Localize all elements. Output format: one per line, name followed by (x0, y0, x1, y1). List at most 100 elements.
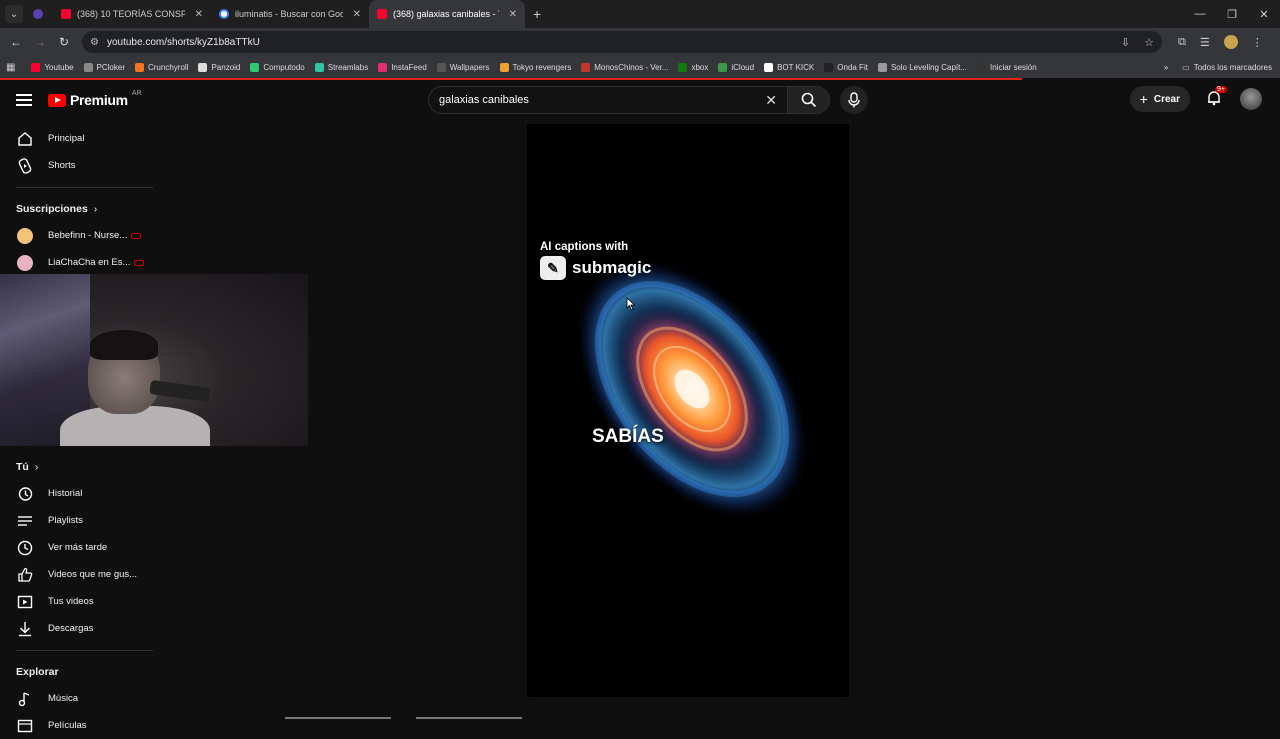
bookmark-item[interactable]: Onda Fit (824, 62, 868, 72)
bookmark-item[interactable]: Solo Leveling Capít... (877, 62, 967, 72)
browser-tab-2[interactable]: iluminatis - Buscar con Google ✕ (211, 0, 369, 28)
sidebar-item-descargas[interactable]: Descargas (0, 615, 160, 642)
header-actions: + Crear 9+ (1129, 86, 1262, 112)
live-icon (134, 259, 145, 266)
bookmark-favicon-icon (824, 62, 834, 72)
bookmark-item[interactable]: Crunchyroll (134, 62, 189, 72)
tab-search-button[interactable]: ⌄ (5, 5, 23, 23)
sidebar-item-tus-videos[interactable]: Tus videos (0, 588, 160, 615)
search-input[interactable]: galaxias canibales ✕ (428, 86, 788, 114)
you-header[interactable]: Tú › (0, 454, 160, 480)
menu-dots-icon[interactable]: ⋮ (1252, 36, 1263, 49)
browser-tab-1[interactable]: (368) 10 TEORÍAS CONSPIRATIV ✕ (53, 0, 211, 28)
voice-search-button[interactable] (840, 86, 868, 114)
sidebar-item-ver-mas-tarde[interactable]: Ver más tarde (0, 534, 160, 561)
create-button[interactable]: + Crear (1129, 86, 1190, 112)
more-bookmarks-icon[interactable]: » (1164, 63, 1168, 72)
webcam-overlay (0, 274, 308, 446)
search-icon (801, 92, 816, 108)
bookmark-item[interactable]: Youtube (31, 62, 74, 72)
folder-icon: ▭ (1182, 62, 1190, 72)
subscriptions-header[interactable]: Suscripciones › (0, 196, 160, 222)
minimize-icon[interactable]: — (1184, 8, 1216, 20)
sidebar-item-shorts[interactable]: Shorts (0, 152, 160, 179)
extensions-icon[interactable]: ⧉ (1178, 36, 1186, 49)
profile-avatar[interactable] (1223, 35, 1238, 49)
bookmark-favicon-icon (378, 62, 388, 72)
url-text: youtube.com/shorts/kyZ1b8aTTkU (106, 36, 260, 48)
bookmark-item[interactable]: PCloker (83, 62, 125, 72)
chevron-right-icon: › (93, 203, 98, 215)
youtube-favicon-icon (377, 9, 387, 19)
reload-icon[interactable]: ↻ (52, 35, 76, 49)
bookmark-favicon-icon (581, 62, 591, 72)
sidebar-item-liked-videos[interactable]: Videos que me gus... (0, 561, 160, 588)
sidebar-item-playlists[interactable]: Playlists (0, 507, 160, 534)
bookmark-star-icon[interactable]: ☆ (1144, 36, 1154, 49)
sidebar-item-label: Shorts (48, 160, 76, 171)
bookmark-label: Iniciar sesión (990, 62, 1037, 72)
close-tab-icon[interactable]: ✕ (353, 9, 361, 20)
bookmark-item[interactable]: MonosChinos - Ver... (581, 62, 669, 72)
all-bookmarks-folder[interactable]: ▭ Todos los marcadores (1182, 63, 1272, 72)
back-icon[interactable]: ← (4, 35, 28, 49)
bookmark-item[interactable]: Iniciar sesión (977, 62, 1037, 72)
tab-title: iluminatis - Buscar con Google (235, 9, 343, 19)
new-tab-icon[interactable]: + (533, 6, 541, 22)
bookmark-item[interactable]: xbox (678, 62, 708, 72)
bookmark-favicon-icon (977, 62, 986, 72)
explore-title: Explorar (16, 666, 59, 678)
restore-icon[interactable]: ❐ (1216, 8, 1248, 21)
youtube-premium-logo[interactable]: Premium AR (48, 90, 142, 108)
google-favicon-icon (219, 9, 229, 19)
tab-pinned[interactable] (23, 0, 53, 28)
sidebar-item-label: Principal (48, 133, 85, 144)
music-icon (17, 691, 33, 707)
url-input[interactable]: ⚙ youtube.com/shorts/kyZ1b8aTTkU ⇩ ☆ (82, 31, 1162, 53)
create-label: Crear (1153, 93, 1180, 105)
sidebar-item-musica[interactable]: Música (0, 685, 160, 712)
sidebar-item-peliculas[interactable]: Películas (0, 712, 160, 739)
bookmark-favicon-icon (678, 62, 688, 72)
notifications-button[interactable]: 9+ (1206, 86, 1227, 108)
sidebar-subscription-liachacha[interactable]: LiaChaCha en Es... (0, 249, 160, 276)
bookmark-item[interactable]: Computodo (250, 62, 305, 72)
bookmark-item[interactable]: iCloud (718, 62, 754, 72)
install-app-icon[interactable]: ⇩ (1121, 36, 1130, 49)
user-avatar[interactable] (1240, 88, 1262, 110)
bookmark-item[interactable]: Panzoid (198, 62, 240, 72)
sidebar-item-historial[interactable]: Historial (0, 480, 160, 507)
sidebar-item-label: Ver más tarde (48, 542, 108, 553)
bookmark-favicon-icon (250, 62, 260, 72)
channel-avatar (17, 254, 33, 271)
bookmark-item[interactable]: Streamlabs (314, 62, 368, 72)
bookmarks-bar: ▦ Youtube PCloker Crunchyroll Panzoid Comput… (0, 56, 1280, 78)
bookmark-label: Crunchyroll (147, 62, 189, 72)
sidebar-item-principal[interactable]: Principal (0, 125, 160, 152)
bookmark-item[interactable]: BOT KICK (764, 62, 814, 72)
close-window-icon[interactable]: ✕ (1248, 8, 1280, 21)
brand-line: AI captions with (540, 241, 629, 253)
bookmark-item[interactable]: InstaFeed (378, 62, 427, 72)
browser-tab-3[interactable]: (368) galaxias canibales - YouTu ✕ (369, 0, 525, 28)
bookmark-label: MonosChinos - Ver... (594, 62, 669, 72)
sidebar-subscription-bebefinn[interactable]: Bebefinn - Nurse... (0, 222, 160, 249)
close-tab-icon[interactable]: ✕ (509, 9, 517, 20)
bookmark-item[interactable]: Tokyo revengers (499, 62, 571, 72)
search-button[interactable] (788, 86, 830, 114)
close-tab-icon[interactable]: ✕ (195, 9, 203, 20)
forward-icon[interactable]: → (28, 35, 52, 49)
site-info-icon[interactable]: ⚙ (90, 37, 99, 48)
reading-list-icon[interactable]: ☰ (1200, 36, 1210, 49)
menu-hamburger-icon[interactable] (16, 94, 32, 106)
sidebar-item-label: Descargas (48, 623, 94, 634)
shorts-video-player[interactable]: AI captions with ✎ submagic SABÍAS (527, 124, 849, 697)
bookmark-item[interactable]: Wallpapers (436, 62, 490, 72)
browser-tab-bar: ⌄ (368) 10 TEORÍAS CONSPIRATIV ✕ ilumina… (0, 0, 1280, 28)
bookmark-favicon-icon (314, 62, 324, 72)
bookmark-label: Wallpapers (449, 62, 490, 72)
pinned-tab-icon (33, 9, 43, 19)
apps-grid-icon[interactable]: ▦ (6, 62, 15, 73)
clear-search-icon[interactable]: ✕ (765, 92, 777, 109)
address-bar-row: ← → ↻ ⚙ youtube.com/shorts/kyZ1b8aTTkU ⇩… (0, 28, 1280, 56)
